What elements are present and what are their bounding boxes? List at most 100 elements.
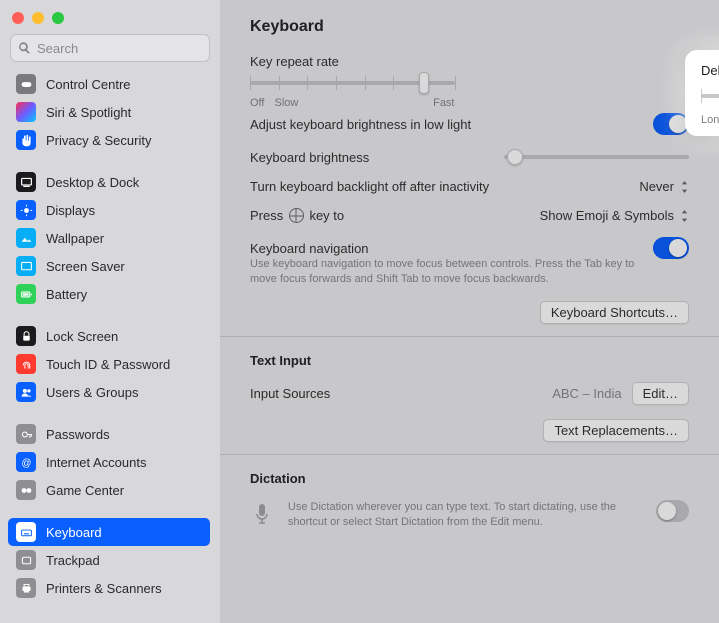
- hand-icon: [16, 130, 36, 150]
- row-kb-nav: Keyboard navigation: [250, 237, 689, 259]
- edit-button[interactable]: Edit…: [632, 382, 689, 405]
- sidebar-item-label: Wallpaper: [46, 231, 104, 246]
- sidebar-item-label: Displays: [46, 203, 95, 218]
- sidebar-item-displays[interactable]: Displays: [8, 196, 210, 224]
- chevron-updown-icon: [680, 181, 689, 193]
- settings-window: Control Centre Siri & Spotlight Privacy …: [0, 0, 719, 623]
- sidebar-item-label: Game Center: [46, 483, 124, 498]
- input-sources-label: Input Sources: [250, 386, 330, 401]
- globe-key-popup[interactable]: Show Emoji & Symbols: [540, 208, 689, 223]
- zoom-icon[interactable]: [52, 12, 64, 24]
- wallpaper-icon: [16, 228, 36, 248]
- row-globe-key: Press key to Show Emoji & Symbols: [250, 208, 689, 223]
- microphone-icon: [250, 500, 274, 530]
- row-brightness-auto: Adjust keyboard brightness in low light: [250, 113, 689, 135]
- trackpad-icon: [16, 550, 36, 570]
- sidebar-item-wallpaper[interactable]: Wallpaper: [8, 224, 210, 252]
- chevron-updown-icon: [680, 210, 689, 222]
- fingerprint-icon: [16, 354, 36, 374]
- minimize-icon[interactable]: [32, 12, 44, 24]
- sidebar-item-users[interactable]: Users & Groups: [8, 378, 210, 406]
- dictation-desc: Use Dictation wherever you can type text…: [288, 500, 628, 530]
- popup-value: Never: [639, 179, 674, 194]
- brightness-label: Keyboard brightness: [250, 150, 369, 165]
- users-icon: [16, 382, 36, 402]
- sidebar-item-label: Lock Screen: [46, 329, 118, 344]
- search-input[interactable]: [10, 34, 210, 62]
- slider-thumb[interactable]: [507, 149, 523, 165]
- divider: [220, 336, 719, 337]
- sidebar-item-label: Internet Accounts: [46, 455, 146, 470]
- sidebar-item-label: Touch ID & Password: [46, 357, 170, 372]
- screensaver-icon: [16, 256, 36, 276]
- sidebar-item-label: Passwords: [46, 427, 110, 442]
- sidebar: Control Centre Siri & Spotlight Privacy …: [0, 0, 220, 623]
- sidebar-item-desktop-dock[interactable]: Desktop & Dock: [8, 168, 210, 196]
- game-icon: [16, 480, 36, 500]
- text-input-title: Text Input: [250, 353, 689, 368]
- kb-nav-desc: Use keyboard navigation to move focus be…: [250, 257, 640, 287]
- sidebar-item-printers[interactable]: Printers & Scanners: [8, 574, 210, 602]
- sidebar-item-screensaver[interactable]: Screen Saver: [8, 252, 210, 280]
- sidebar-list: Control Centre Siri & Spotlight Privacy …: [8, 70, 212, 623]
- sidebar-item-battery[interactable]: Battery: [8, 280, 210, 308]
- keyboard-shortcuts-button[interactable]: Keyboard Shortcuts…: [540, 301, 689, 324]
- window-controls: [8, 10, 212, 34]
- main-content: Keyboard Key repeat rate OffSlowFast xx …: [220, 0, 719, 623]
- sidebar-item-touchid[interactable]: Touch ID & Password: [8, 350, 210, 378]
- delay-until-repeat-card: Delay until repeat LongShort: [687, 52, 719, 134]
- delay-repeat-label: Delay until repeat: [701, 63, 719, 78]
- divider: [220, 454, 719, 455]
- sidebar-item-label: Users & Groups: [46, 385, 138, 400]
- row-input-sources: Input Sources ABC – India Edit…: [250, 382, 689, 405]
- sidebar-item-siri[interactable]: Siri & Spotlight: [8, 98, 210, 126]
- dictation-title: Dictation: [250, 471, 689, 486]
- keyboard-pane: Keyboard Key repeat rate OffSlowFast xx …: [220, 0, 719, 623]
- sidebar-item-trackpad[interactable]: Trackpad: [8, 546, 210, 574]
- search-field[interactable]: [10, 34, 210, 62]
- page-title: Keyboard: [250, 18, 689, 36]
- slider-left-label: Off: [250, 97, 264, 109]
- sidebar-item-passwords[interactable]: Passwords: [8, 420, 210, 448]
- brightness-auto-label: Adjust keyboard brightness in low light: [250, 117, 471, 132]
- slider-left-label: Long: [701, 114, 719, 126]
- sidebar-item-label: Screen Saver: [46, 259, 125, 274]
- text-replacements-button[interactable]: Text Replacements…: [543, 419, 689, 442]
- at-icon: @: [16, 452, 36, 472]
- sidebar-item-lock-screen[interactable]: Lock Screen: [8, 322, 210, 350]
- sidebar-item-label: Keyboard: [46, 525, 102, 540]
- slider-right-label: Fast: [433, 97, 454, 109]
- backlight-off-popup[interactable]: Never: [639, 179, 689, 194]
- battery-icon: [16, 284, 36, 304]
- sidebar-item-label: Control Centre: [46, 77, 131, 92]
- backlight-off-label: Turn keyboard backlight off after inacti…: [250, 179, 489, 194]
- brightness-slider[interactable]: [504, 149, 689, 165]
- sidebar-item-control-centre[interactable]: Control Centre: [8, 70, 210, 98]
- row-dictation: Use Dictation wherever you can type text…: [250, 500, 689, 530]
- sidebar-item-internet-accounts[interactable]: @ Internet Accounts: [8, 448, 210, 476]
- keyboard-icon: [16, 522, 36, 542]
- slider-mid-label: Slow: [274, 97, 298, 109]
- close-icon[interactable]: [12, 12, 24, 24]
- dictation-toggle[interactable]: [656, 500, 689, 522]
- search-icon: [18, 42, 31, 55]
- printer-icon: [16, 578, 36, 598]
- sidebar-item-privacy[interactable]: Privacy & Security: [8, 126, 210, 154]
- row-brightness: Keyboard brightness: [250, 149, 689, 165]
- sidebar-item-label: Printers & Scanners: [46, 581, 162, 596]
- key-repeat-label: Key repeat rate: [250, 54, 455, 69]
- input-sources-value: ABC – India: [552, 386, 621, 401]
- control-centre-icon: [16, 74, 36, 94]
- key-repeat-slider[interactable]: [250, 73, 455, 93]
- sidebar-item-game-center[interactable]: Game Center: [8, 476, 210, 504]
- sidebar-item-keyboard[interactable]: Keyboard: [8, 518, 210, 546]
- sidebar-item-label: Siri & Spotlight: [46, 105, 131, 120]
- svg-text:@: @: [21, 457, 31, 468]
- key-repeat-block: Key repeat rate Off Slow Fast: [250, 54, 455, 109]
- key-icon: [16, 424, 36, 444]
- kb-nav-toggle[interactable]: [653, 237, 689, 259]
- sidebar-item-label: Trackpad: [46, 553, 100, 568]
- brightness-auto-toggle[interactable]: [653, 113, 689, 135]
- slider-thumb[interactable]: [419, 72, 429, 94]
- delay-repeat-slider[interactable]: [701, 86, 719, 106]
